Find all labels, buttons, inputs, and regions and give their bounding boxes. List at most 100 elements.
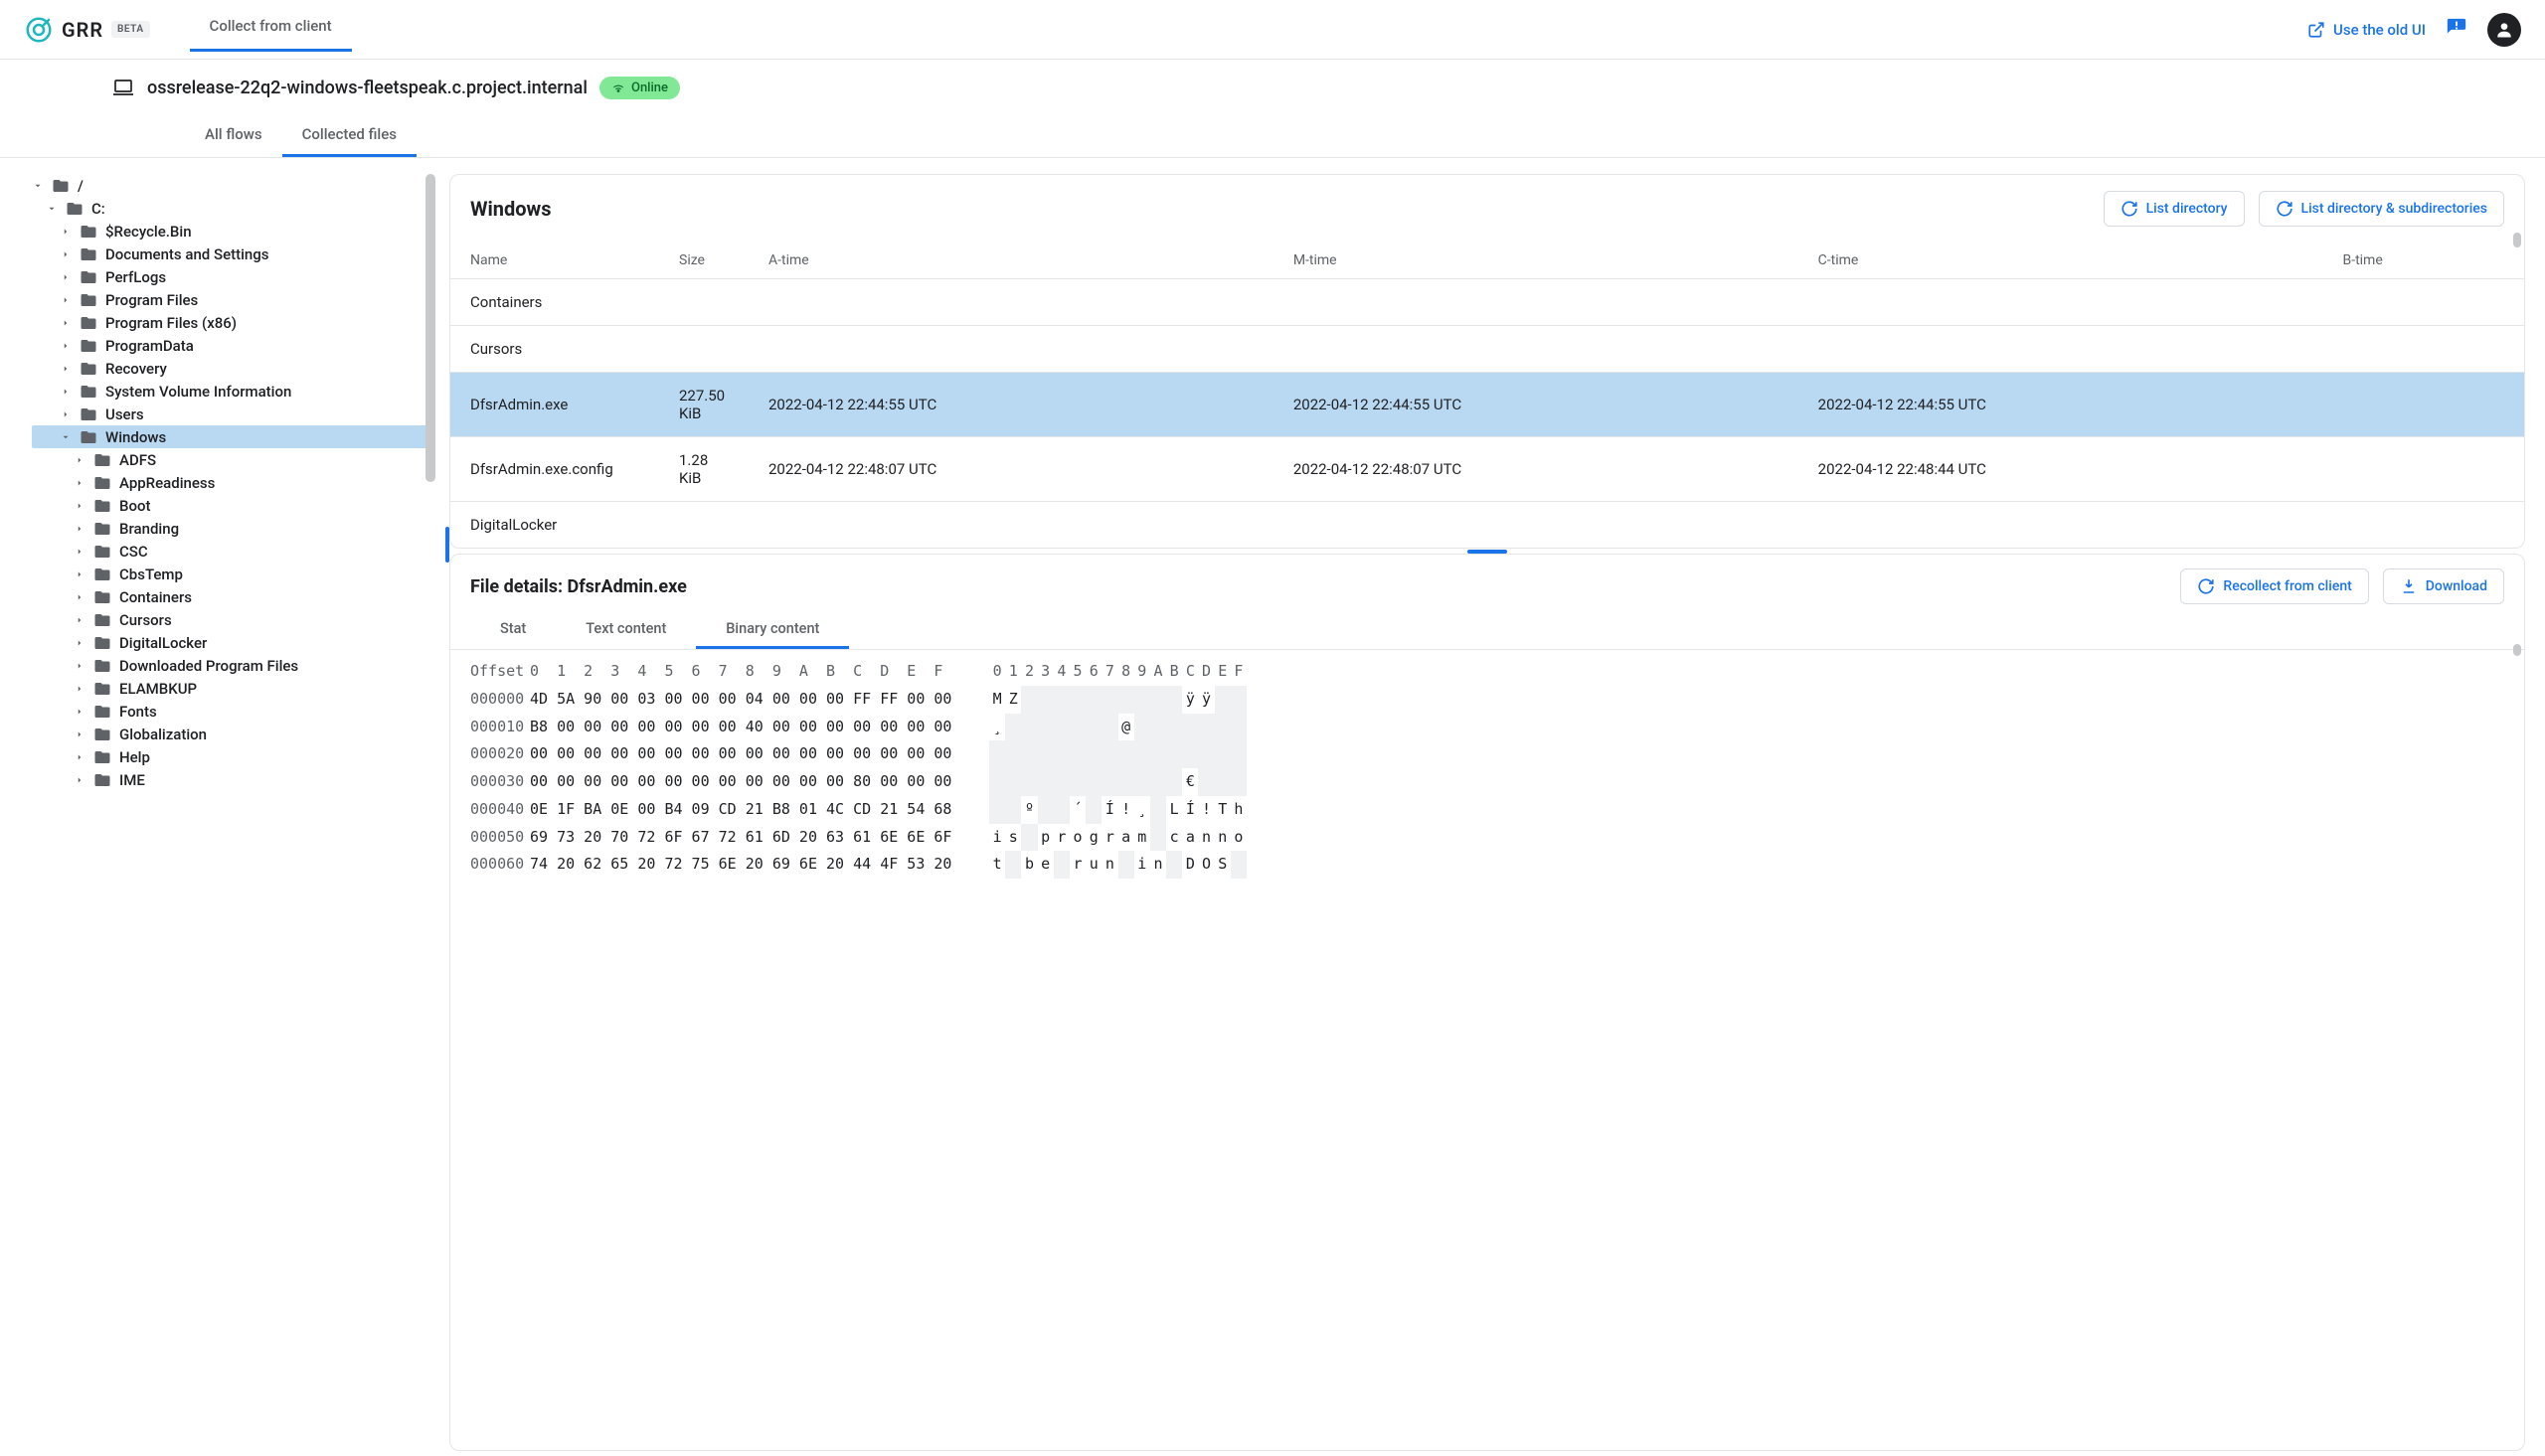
expand-icon[interactable] (60, 340, 72, 352)
expand-icon[interactable] (74, 477, 85, 489)
header-right: Use the old UI (2307, 13, 2521, 47)
tree-item[interactable]: Branding (32, 517, 429, 540)
beta-badge: BETA (111, 21, 150, 38)
tree-drive-c[interactable]: C: (32, 197, 429, 220)
expand-icon[interactable] (60, 294, 72, 306)
details-tab-stat[interactable]: Stat (470, 608, 556, 649)
table-row[interactable]: DfsrAdmin.exe.config1.28 KiB2022-04-12 2… (450, 437, 2524, 502)
tree-item[interactable]: Documents and Settings (32, 243, 429, 265)
tree-item[interactable]: Fonts (32, 700, 429, 723)
tree-item-windows[interactable]: Windows (32, 425, 429, 448)
tree-item[interactable]: ELAMBKUP (32, 677, 429, 700)
expand-icon[interactable] (74, 454, 85, 466)
avatar[interactable] (2487, 13, 2521, 47)
tree-item[interactable]: Globalization (32, 723, 429, 745)
tree-item[interactable]: Containers (32, 585, 429, 608)
expand-icon[interactable] (74, 774, 85, 786)
online-chip: Online (599, 77, 680, 99)
tab-collected-files[interactable]: Collected files (282, 111, 417, 157)
details-title: File details: DfsrAdmin.exe (470, 576, 687, 597)
expand-icon[interactable] (74, 751, 85, 763)
table-row[interactable]: Containers (450, 279, 2524, 326)
tree-scrollbar[interactable] (425, 174, 435, 482)
expand-icon[interactable] (46, 203, 58, 215)
list-subdirectories-button[interactable]: List directory & subdirectories (2259, 191, 2504, 227)
expand-icon[interactable] (74, 637, 85, 649)
tree-item[interactable]: ADFS (32, 448, 429, 471)
col-ctime[interactable]: C-time (1798, 243, 2323, 279)
tab-all-flows[interactable]: All flows (185, 111, 282, 157)
expand-icon[interactable] (60, 386, 72, 398)
expand-icon[interactable] (60, 271, 72, 283)
expand-icon[interactable] (60, 317, 72, 329)
expand-icon[interactable] (60, 408, 72, 420)
expand-icon[interactable] (32, 180, 44, 192)
list-directory-button[interactable]: List directory (2104, 191, 2245, 227)
collect-search[interactable]: Collect from client (190, 7, 352, 52)
tree-item[interactable]: AppReadiness (32, 471, 429, 494)
expand-icon[interactable] (74, 568, 85, 580)
tree-item[interactable]: Cursors (32, 608, 429, 631)
table-row[interactable]: DigitalLocker (450, 502, 2524, 549)
download-button[interactable]: Download (2383, 568, 2504, 604)
old-ui-link[interactable]: Use the old UI (2307, 21, 2426, 39)
hex-view[interactable]: Offset0 1 2 3 4 5 6 7 8 9 A B C D E F 01… (450, 650, 2524, 879)
tree-item[interactable]: Downloaded Program Files (32, 654, 429, 677)
details-header: File details: DfsrAdmin.exe Recollect fr… (450, 555, 2524, 606)
expand-icon[interactable] (74, 546, 85, 558)
hex-row: 00002000 00 00 00 00 00 00 00 00 00 00 0… (470, 740, 2524, 768)
expand-icon[interactable] (74, 683, 85, 695)
tree-item[interactable]: Users (32, 403, 429, 425)
expand-icon[interactable] (60, 226, 72, 238)
tree-root[interactable]: / (32, 174, 429, 197)
expand-icon[interactable] (74, 660, 85, 672)
tree-item[interactable]: Boot (32, 494, 429, 517)
tree-item[interactable]: CbsTemp (32, 563, 429, 585)
col-btime[interactable]: B-time (2322, 243, 2524, 279)
details-tab-binary[interactable]: Binary content (696, 608, 849, 649)
tree-item[interactable]: Recovery (32, 357, 429, 380)
listing-scrollbar[interactable] (2513, 233, 2521, 247)
col-size[interactable]: Size (659, 243, 749, 279)
file-details-card: File details: DfsrAdmin.exe Recollect fr… (449, 554, 2525, 1451)
feedback-icon[interactable] (2446, 17, 2467, 43)
top-header: GRR BETA Collect from client Use the old… (0, 0, 2545, 60)
expand-icon[interactable] (74, 706, 85, 718)
hex-row: 000010B8 00 00 00 00 00 00 00 40 00 00 0… (470, 714, 2524, 741)
table-row[interactable]: Cursors (450, 326, 2524, 373)
refresh-icon (2276, 200, 2293, 218)
tree-item[interactable]: $Recycle.Bin (32, 220, 429, 243)
col-atime[interactable]: A-time (749, 243, 1273, 279)
laptop-icon (111, 76, 135, 99)
tree-item[interactable]: Program Files (32, 288, 429, 311)
download-icon (2400, 577, 2418, 595)
tree-item[interactable]: Help (32, 745, 429, 768)
expand-icon[interactable] (60, 248, 72, 260)
horizontal-resize-handle[interactable] (445, 527, 449, 563)
expand-icon[interactable] (74, 728, 85, 740)
details-scrollbar[interactable] (2513, 644, 2521, 656)
expand-icon[interactable] (60, 363, 72, 375)
hex-row: 00003000 00 00 00 00 00 00 00 00 00 00 0… (470, 768, 2524, 796)
recollect-button[interactable]: Recollect from client (2180, 568, 2368, 604)
table-row[interactable]: DfsrAdmin.exe227.50 KiB2022-04-12 22:44:… (450, 373, 2524, 437)
file-tree[interactable]: /C:$Recycle.BinDocuments and SettingsPer… (0, 158, 437, 1451)
expand-icon[interactable] (74, 614, 85, 626)
tree-item[interactable]: ProgramData (32, 334, 429, 357)
file-table-header: Name Size A-time M-time C-time B-time (450, 243, 2524, 279)
col-mtime[interactable]: M-time (1273, 243, 1798, 279)
expand-icon[interactable] (74, 500, 85, 512)
tree-item[interactable]: System Volume Information (32, 380, 429, 403)
tree-item[interactable]: IME (32, 768, 429, 791)
tree-item[interactable]: PerfLogs (32, 265, 429, 288)
col-name[interactable]: Name (450, 243, 659, 279)
app-logo[interactable]: GRR BETA (24, 15, 150, 45)
directory-title: Windows (470, 197, 552, 221)
tree-item[interactable]: CSC (32, 540, 429, 563)
expand-icon[interactable] (74, 591, 85, 603)
tree-item[interactable]: Program Files (x86) (32, 311, 429, 334)
expand-icon[interactable] (60, 431, 72, 443)
tree-item[interactable]: DigitalLocker (32, 631, 429, 654)
details-tab-text[interactable]: Text content (556, 608, 696, 649)
expand-icon[interactable] (74, 523, 85, 535)
